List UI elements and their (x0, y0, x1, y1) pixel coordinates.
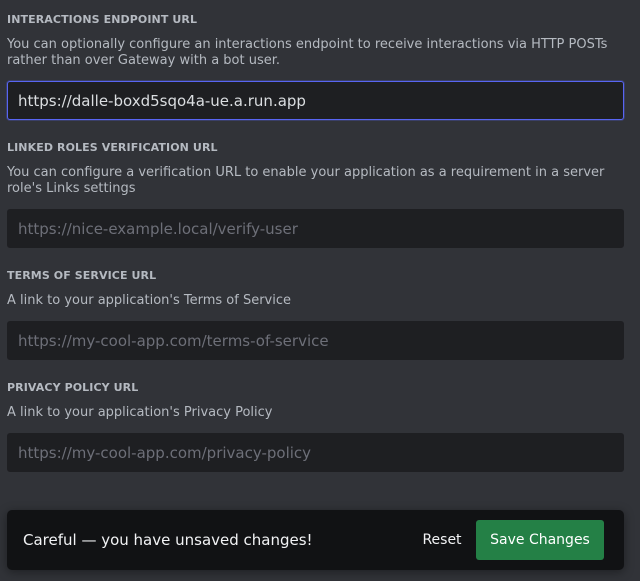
terms-of-service-title: TERMS OF SERVICE URL (7, 269, 157, 282)
settings-page: INTERACTIONS ENDPOINT URL You can option… (0, 0, 640, 581)
privacy-policy-description: A link to your application's Privacy Pol… (7, 405, 273, 420)
interactions-endpoint-section: INTERACTIONS ENDPOINT URL You can option… (7, 13, 624, 120)
linked-roles-section: LINKED ROLES VERIFICATION URL You can co… (7, 141, 624, 248)
terms-of-service-description: A link to your application's Terms of Se… (7, 293, 292, 308)
linked-roles-description: You can configure a verification URL to … (7, 165, 605, 196)
unsaved-changes-message: Careful — you have unsaved changes! (23, 531, 313, 549)
terms-of-service-section: TERMS OF SERVICE URL A link to your appl… (7, 269, 624, 360)
linked-roles-title: LINKED ROLES VERIFICATION URL (7, 141, 218, 154)
interactions-endpoint-input[interactable] (7, 81, 624, 120)
privacy-policy-section: PRIVACY POLICY URL A link to your applic… (7, 381, 624, 472)
interactions-endpoint-title: INTERACTIONS ENDPOINT URL (7, 13, 198, 26)
reset-button[interactable]: Reset (411, 520, 473, 559)
terms-of-service-input[interactable] (7, 321, 624, 360)
privacy-policy-input[interactable] (7, 433, 624, 472)
linked-roles-input[interactable] (7, 209, 624, 248)
privacy-policy-title: PRIVACY POLICY URL (7, 381, 139, 394)
save-changes-button[interactable]: Save Changes (476, 520, 604, 560)
interactions-endpoint-description: You can optionally configure an interact… (7, 37, 608, 68)
unsaved-changes-banner: Careful — you have unsaved changes! Rese… (7, 510, 624, 570)
